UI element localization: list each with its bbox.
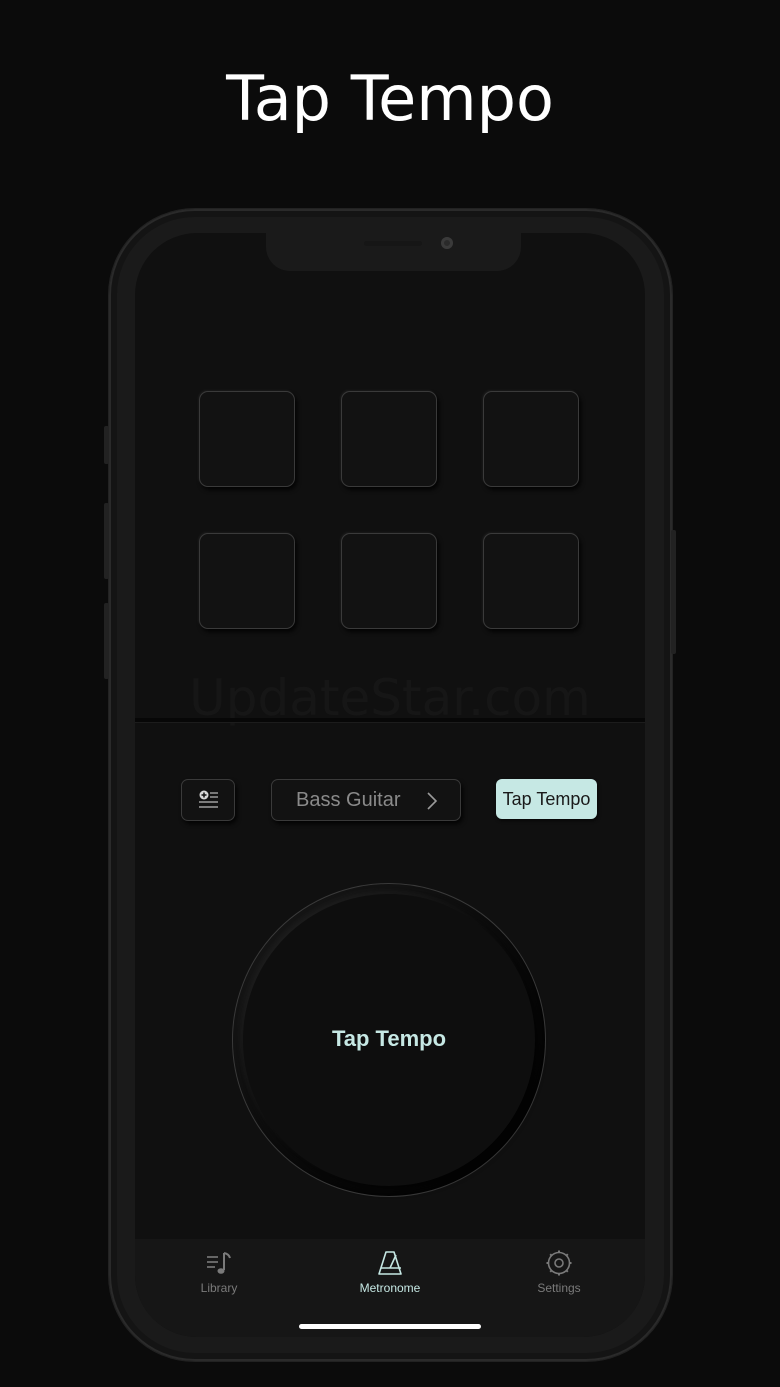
tab-settings[interactable]: Settings (489, 1249, 629, 1299)
tab-library[interactable]: Library (149, 1249, 289, 1299)
music-list-icon (207, 1252, 231, 1274)
preset-selector-button[interactable]: Bass Guitar (271, 779, 461, 821)
tab-settings-label: Settings (537, 1281, 581, 1295)
gear-icon (546, 1250, 572, 1276)
volume-up-button (104, 503, 109, 579)
tap-dial-label: Tap Tempo (331, 1026, 447, 1051)
mute-switch (104, 426, 109, 464)
camera-icon (441, 237, 453, 249)
power-button (671, 530, 676, 654)
pad-6[interactable] (483, 533, 579, 629)
home-indicator[interactable] (299, 1324, 481, 1329)
volume-down-button (104, 603, 109, 679)
tap-tempo-mode-button[interactable]: Tap Tempo (496, 779, 597, 819)
pad-3[interactable] (483, 391, 579, 487)
tap-tempo-dial[interactable]: Tap Tempo (232, 883, 546, 1197)
pad-1[interactable] (199, 391, 295, 487)
metronome-icon (378, 1251, 402, 1275)
tab-metronome[interactable]: Metronome (320, 1249, 460, 1299)
page: Tap Tempo UpdateStar.com Bass Guitar Tap… (0, 0, 780, 1387)
pad-2[interactable] (341, 391, 437, 487)
add-to-list-button[interactable] (181, 779, 235, 821)
tab-metronome-label: Metronome (359, 1281, 421, 1295)
chevron-right-icon (427, 792, 438, 810)
page-title: Tap Tempo (226, 62, 554, 135)
notch (266, 233, 521, 271)
playlist-add-icon (199, 790, 218, 808)
pad-4[interactable] (199, 533, 295, 629)
phone-screen: UpdateStar.com Bass Guitar Tap Tempo Tap… (135, 233, 645, 1337)
speaker-grille (364, 241, 422, 246)
tab-library-label: Library (200, 1281, 238, 1295)
pad-5[interactable] (341, 533, 437, 629)
tab-bar: Library Metronome Settings (135, 1239, 645, 1337)
preset-label: Bass Guitar (296, 789, 401, 811)
pad-grid (199, 391, 579, 629)
divider (135, 718, 645, 722)
